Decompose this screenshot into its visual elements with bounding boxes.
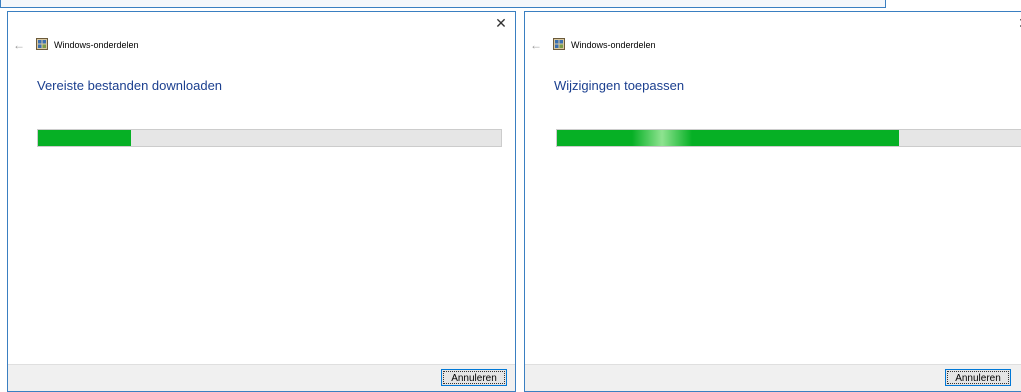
- status-heading: Vereiste bestanden downloaden: [37, 78, 223, 93]
- background-window-edge: [0, 0, 886, 8]
- progress-bar: [37, 129, 502, 147]
- progress-bar-shimmer: [632, 130, 692, 146]
- close-icon[interactable]: ✕: [1015, 14, 1021, 32]
- windows-features-dialog-download: ✕ ← Windows-onderdelen Vereiste bestande…: [7, 11, 516, 392]
- cancel-button[interactable]: Annuleren: [441, 369, 507, 386]
- status-heading: Wijzigingen toepassen: [554, 78, 685, 93]
- progress-bar-fill: [38, 130, 131, 146]
- cancel-button[interactable]: Annuleren: [945, 369, 1011, 386]
- back-arrow-icon[interactable]: ←: [13, 38, 27, 52]
- windows-features-dialog-apply: ✕ ← Windows-onderdelen Wijzigingen toepa…: [524, 11, 1021, 392]
- dialog-titlebar: ← Windows-onderdelen: [8, 36, 515, 56]
- dialog-title: Windows-onderdelen: [54, 40, 139, 50]
- progress-bar-fill: [557, 130, 899, 146]
- dialog-footer: Annuleren: [525, 364, 1021, 391]
- close-icon[interactable]: ✕: [492, 14, 510, 32]
- back-arrow-icon[interactable]: ←: [530, 38, 544, 52]
- windows-features-icon: [36, 38, 48, 50]
- progress-bar: [556, 129, 1021, 147]
- dialog-footer: Annuleren: [8, 364, 515, 391]
- dialog-title: Windows-onderdelen: [571, 40, 656, 50]
- dialog-titlebar: ← Windows-onderdelen: [525, 36, 1021, 56]
- windows-features-icon: [553, 38, 565, 50]
